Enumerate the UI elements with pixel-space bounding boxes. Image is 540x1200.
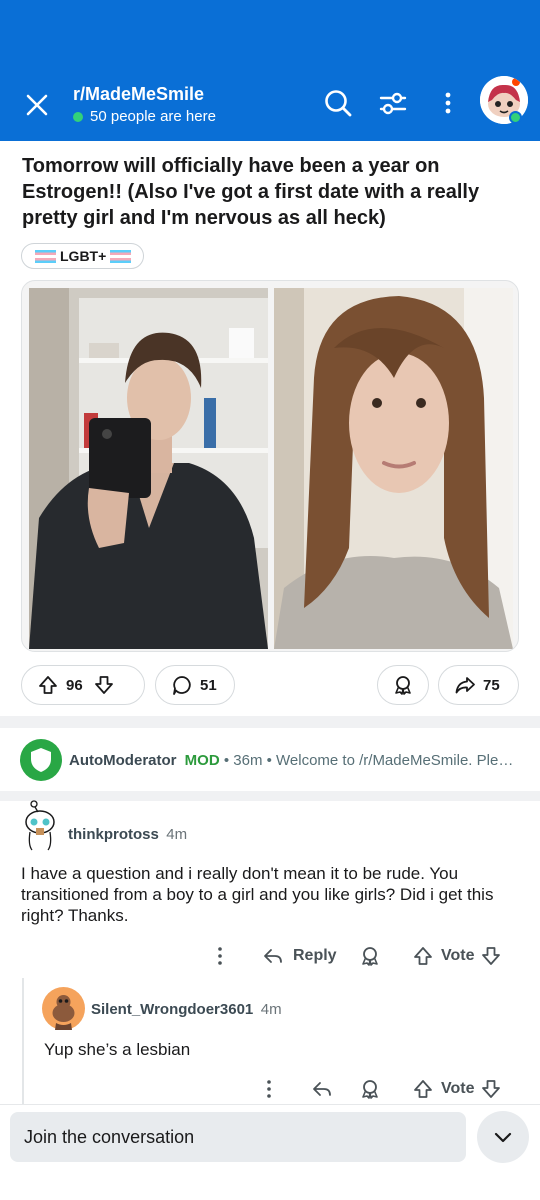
- automod-comment-collapsed[interactable]: AutoModerator MOD • 36m • Welcome to /r/…: [69, 752, 519, 769]
- comment-body: I have a question and i really don't mea…: [21, 864, 494, 925]
- top-app-bar: r/MadeMeSmile 50 people are here: [0, 0, 540, 141]
- close-icon[interactable]: [22, 90, 52, 120]
- comment-count: 51: [200, 676, 217, 694]
- vote-label: Vote: [441, 1080, 475, 1097]
- section-divider: [0, 716, 540, 728]
- thread-line[interactable]: [22, 978, 24, 1104]
- share-count: 75: [483, 676, 500, 694]
- award-button[interactable]: [377, 665, 429, 705]
- post-title[interactable]: Tomorrow will officially have been a yea…: [22, 153, 512, 231]
- comment-username[interactable]: thinkprotoss: [68, 826, 159, 843]
- chevron-down-icon: [494, 1132, 512, 1143]
- vote-pill: 96: [21, 665, 145, 705]
- presence-text: 50 people are here: [90, 108, 216, 125]
- collapse-button[interactable]: [477, 1111, 529, 1163]
- reply-icon[interactable]: [311, 1078, 333, 1100]
- comment-header: thinkprotoss 4m: [68, 826, 187, 844]
- award-icon: [395, 676, 411, 695]
- shield-icon: [31, 748, 51, 772]
- more-vertical-icon[interactable]: [209, 945, 231, 967]
- filter-icon[interactable]: [378, 88, 408, 118]
- avatar-online-dot: [509, 111, 522, 124]
- trans-flag-icon: [35, 249, 56, 263]
- reply-label: Reply: [293, 947, 337, 964]
- trans-flag-icon: [110, 249, 132, 263]
- comment-username[interactable]: Silent_Wrongdoer3601: [91, 1001, 253, 1018]
- subreddit-name[interactable]: r/MadeMeSmile: [73, 84, 204, 105]
- search-icon[interactable]: [323, 88, 353, 118]
- automod-username[interactable]: AutoModerator: [69, 752, 177, 769]
- reply-button[interactable]: Reply: [262, 945, 337, 967]
- post-flair[interactable]: LGBT+: [21, 243, 145, 269]
- post-image[interactable]: [21, 280, 519, 652]
- upvote-icon[interactable]: [37, 674, 59, 696]
- upvote-count: 96: [66, 676, 83, 694]
- reply-author-avatar[interactable]: [42, 987, 85, 1030]
- more-vertical-icon[interactable]: [433, 88, 463, 118]
- comments-button[interactable]: 51: [155, 665, 235, 705]
- comment-time: 4m: [260, 1001, 282, 1018]
- commenter-avatar[interactable]: [20, 800, 60, 852]
- before-photo: [29, 288, 268, 649]
- award-icon[interactable]: [359, 945, 381, 967]
- downvote-icon[interactable]: [480, 1078, 502, 1100]
- after-photo: [274, 288, 513, 649]
- mod-badge: MOD: [184, 752, 220, 769]
- share-icon: [455, 677, 475, 694]
- section-divider: [0, 791, 540, 801]
- vote-label: Vote: [441, 947, 475, 964]
- award-icon[interactable]: [359, 1078, 381, 1100]
- downvote-icon[interactable]: [93, 674, 115, 696]
- vote-control: Vote: [412, 945, 502, 967]
- vote-control: Vote: [412, 1078, 502, 1100]
- comment-icon: [173, 676, 191, 695]
- reply-icon: [264, 949, 282, 963]
- comment-time: 4m: [166, 826, 188, 843]
- upvote-icon[interactable]: [412, 945, 434, 967]
- comment-header: Silent_Wrongdoer3601 4m: [91, 1001, 282, 1019]
- upvote-icon[interactable]: [412, 1078, 434, 1100]
- online-dot-icon: [73, 111, 83, 122]
- automod-avatar[interactable]: [20, 739, 62, 781]
- automod-meta: • 36m • Welcome to /r/MadeMeSmile. Pleas…: [223, 752, 519, 769]
- join-conversation-placeholder: Join the conversation: [24, 1126, 195, 1147]
- more-vertical-icon[interactable]: [258, 1078, 280, 1100]
- comment-body: Yup she’s a lesbian: [44, 1040, 191, 1059]
- join-conversation-input[interactable]: Join the conversation: [10, 1112, 466, 1162]
- flair-label: LGBT+: [60, 248, 107, 264]
- downvote-icon[interactable]: [480, 945, 502, 967]
- presence-indicator: 50 people are here: [73, 108, 216, 125]
- share-button[interactable]: 75: [438, 665, 519, 705]
